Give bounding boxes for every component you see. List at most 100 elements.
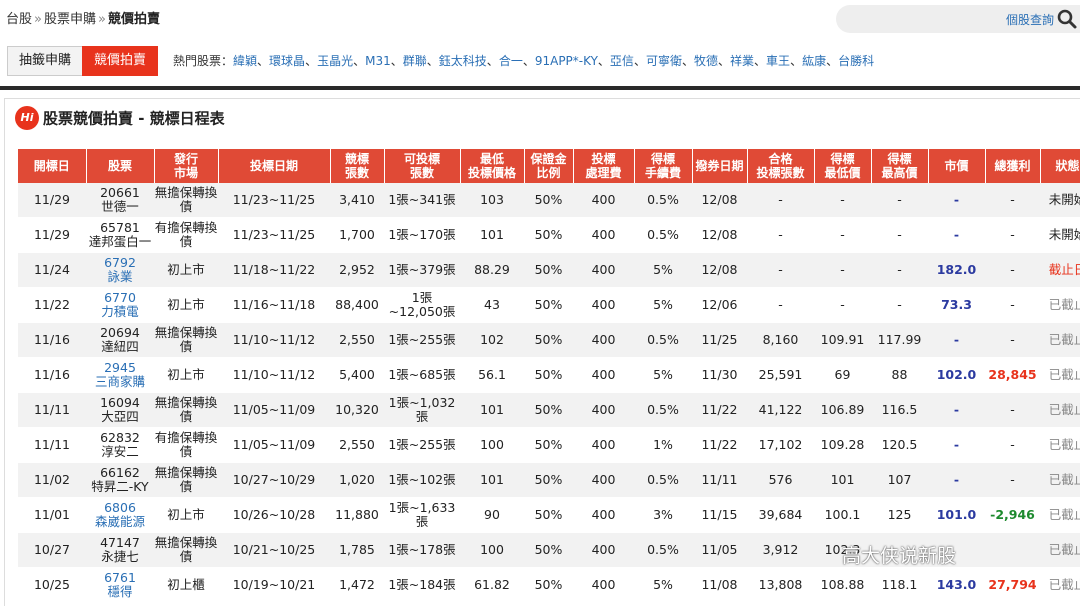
hot-stock-link[interactable]: M31 xyxy=(365,54,391,68)
hot-stock-link[interactable]: 亞信 xyxy=(610,54,634,68)
open-date-cell: 11/02 xyxy=(18,462,86,498)
hi-logo-icon: Hi xyxy=(15,106,39,130)
stock-name[interactable]: 三商家購 xyxy=(86,375,154,389)
hot-stock-link[interactable]: 緯穎 xyxy=(233,54,257,68)
min-price-cell: 100 xyxy=(460,427,524,463)
stock-cell[interactable]: 6792 詠業 xyxy=(86,252,154,288)
column-header: 總獲利 xyxy=(985,149,1041,183)
market-text: 無擔保轉換 xyxy=(154,395,218,410)
bid-dates-cell: 11/23~11/25 xyxy=(218,183,330,218)
stock-code[interactable]: 6761 xyxy=(86,571,154,585)
issue-date-cell: 11/22 xyxy=(692,392,747,428)
winning-fee-cell: 0.5% xyxy=(634,462,692,498)
min-price-cell: 100 xyxy=(460,532,524,568)
total-profit-cell: 27,794 xyxy=(985,567,1040,603)
total-profit-cell: - xyxy=(985,462,1040,498)
stock-name[interactable]: 穩得 xyxy=(86,585,154,599)
column-header-text: 合格 xyxy=(768,152,793,166)
open-date-cell: 11/24 xyxy=(18,252,86,288)
stock-code[interactable]: 6806 xyxy=(86,501,154,515)
stock-cell: 66162 特昇二-KY xyxy=(86,462,154,498)
total-profit-cell: 28,845 xyxy=(985,357,1040,393)
issue-date-cell: 11/25 xyxy=(692,322,747,358)
total-profit-cell: - xyxy=(985,252,1040,288)
tab-auction[interactable]: 競價拍賣 xyxy=(82,46,159,76)
hot-stock-link[interactable]: 環球晶 xyxy=(269,54,305,68)
market-price-cell: - xyxy=(928,183,985,218)
stock-cell: 20661 世德一 xyxy=(86,183,154,218)
column-header-text: 得標 xyxy=(650,152,675,166)
hot-stock-link[interactable]: 可寧衛 xyxy=(646,54,682,68)
handling-fee-cell: 400 xyxy=(573,567,634,603)
status-cell: 已截止 xyxy=(1040,532,1080,568)
market-text: 債 xyxy=(179,549,193,564)
bid-lots-cell: 1張~255張 xyxy=(384,322,460,358)
column-header: 股票 xyxy=(86,149,155,183)
hot-stock-link[interactable]: 車王 xyxy=(766,54,790,68)
hot-stock-link[interactable]: 牧德 xyxy=(694,54,718,68)
breadcrumb-item-tw-stock[interactable]: 台股 xyxy=(6,12,32,27)
stock-cell[interactable]: 2945 三商家購 xyxy=(86,357,154,393)
hot-stock-link[interactable]: 群聯 xyxy=(403,54,427,68)
bid-lots-cell: 1張~255張 xyxy=(384,427,460,463)
winning-max-cell: - xyxy=(871,287,928,323)
hot-stock-link[interactable]: 紘康 xyxy=(802,54,826,68)
stock-cell[interactable]: 6770 力積電 xyxy=(86,287,154,323)
winning-fee-cell: 5% xyxy=(634,287,692,323)
column-header-text: 張數 xyxy=(344,166,369,180)
status-cell: 未開始 xyxy=(1040,183,1080,218)
search-icon[interactable] xyxy=(1056,8,1078,30)
margin-cell: 50% xyxy=(524,287,573,323)
auction-lots-cell: 1,700 xyxy=(330,217,384,253)
stock-name: 特昇二-KY xyxy=(91,479,149,494)
column-header-text: 投標 xyxy=(591,152,616,166)
auction-lots-cell: 5,400 xyxy=(330,357,384,393)
hot-stock-link[interactable]: 祥業 xyxy=(730,54,754,68)
hot-stock-link[interactable]: 玉晶光 xyxy=(317,54,353,68)
stock-code[interactable]: 6770 xyxy=(86,291,154,305)
hot-stock-link[interactable]: 鈺太科技 xyxy=(439,54,487,68)
stock-name[interactable]: 詠業 xyxy=(86,270,154,284)
handling-fee-cell: 400 xyxy=(573,427,634,463)
watermark: 高大侠说新股 xyxy=(842,545,957,567)
tab-lottery[interactable]: 抽籤申購 xyxy=(7,46,84,76)
min-price-cell: 43 xyxy=(460,287,524,323)
stock-cell[interactable]: 6806 森崴能源 xyxy=(86,497,154,533)
hot-stock-link[interactable]: 台勝科 xyxy=(838,54,874,68)
stock-cell: 16094 大亞四 xyxy=(86,392,154,428)
min-price-cell: 56.1 xyxy=(460,357,524,393)
status-cell: 截止日 xyxy=(1040,252,1080,288)
hot-stock-link[interactable]: 91APP*-KY xyxy=(535,54,598,68)
stock-code[interactable]: 2945 xyxy=(86,361,154,375)
winning-max-cell: - xyxy=(871,217,928,253)
total-profit-cell xyxy=(985,532,1040,568)
column-header-text: 投標價格 xyxy=(467,166,516,180)
hot-stock-link[interactable]: 合一 xyxy=(499,54,523,68)
column-header: 撥券日期 xyxy=(692,149,748,183)
hot-stocks: 熱門股票：緯穎、環球晶、玉晶光、M31、群聯、鈺太科技、合一、91APP*-KY… xyxy=(173,54,875,68)
column-header: 最低 投標價格 xyxy=(460,149,525,183)
stock-search-box[interactable]: 個股查詢 xyxy=(836,5,1080,33)
auction-lots-cell: 2,952 xyxy=(330,252,384,288)
breadcrumb-item-subscription[interactable]: 股票申購 xyxy=(44,12,96,27)
winning-min-cell: 109.28 xyxy=(814,427,871,463)
column-header-text: 投標日期 xyxy=(249,159,298,173)
winning-min-cell: - xyxy=(814,183,871,218)
handling-fee-cell: 400 xyxy=(573,217,634,253)
qualified-lots-cell: 39,684 xyxy=(747,497,814,533)
stock-code[interactable]: 6792 xyxy=(86,256,154,270)
total-profit-cell: - xyxy=(985,183,1040,218)
status-cell: 已截止 xyxy=(1040,567,1080,603)
margin-cell: 50% xyxy=(524,322,573,358)
stock-name[interactable]: 森崴能源 xyxy=(86,515,154,529)
stock-cell[interactable]: 6761 穩得 xyxy=(86,567,154,603)
stock-search-label[interactable]: 個股查詢 xyxy=(1006,11,1054,28)
winning-max-cell: 107 xyxy=(871,462,928,498)
stock-name[interactable]: 力積電 xyxy=(86,305,154,319)
winning-min-cell: 109.91 xyxy=(814,322,871,358)
table-row: 11/11 62832 淳安二 有擔保轉換債 11/05~11/09 2,550 1張~25… xyxy=(18,427,1080,463)
column-header-text: 競標 xyxy=(344,152,369,166)
total-profit-cell: -2,946 xyxy=(985,497,1040,533)
column-header-text: 狀態 xyxy=(1055,159,1080,173)
market-cell: 初上市 xyxy=(154,252,218,288)
